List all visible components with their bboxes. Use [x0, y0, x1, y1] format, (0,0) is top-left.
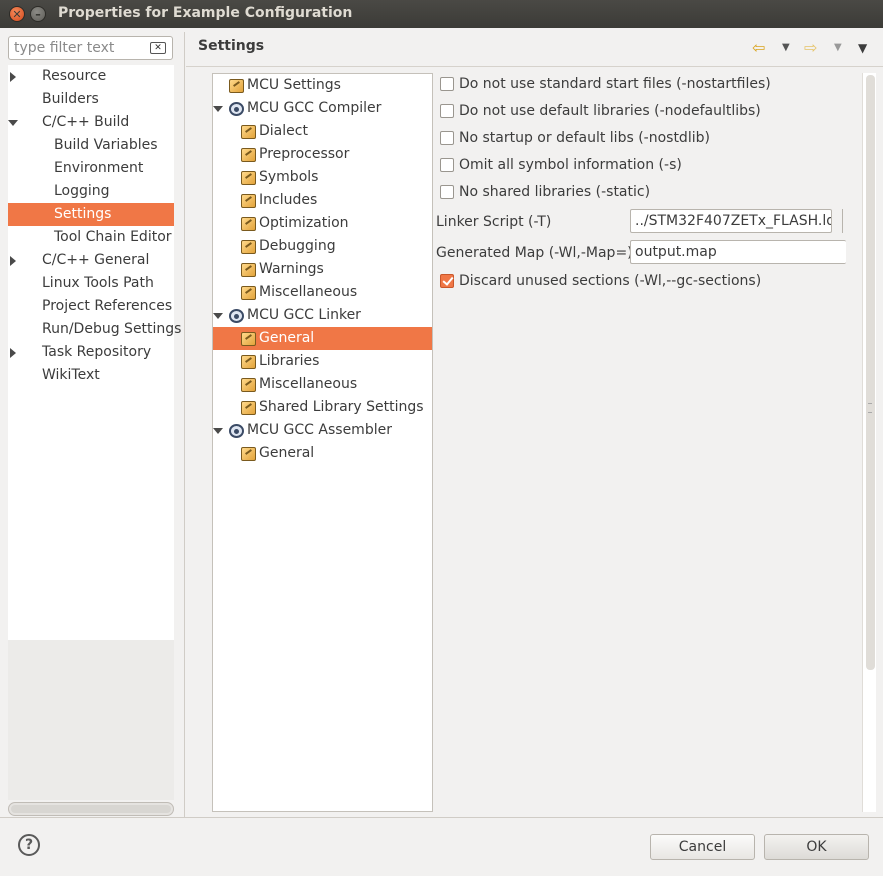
- nostdlib-checkbox[interactable]: [440, 131, 454, 145]
- nav-item-run-debug-settings[interactable]: Run/Debug Settings: [42, 318, 181, 341]
- tool-icon: [241, 171, 256, 185]
- nav-item-settings[interactable]: Settings: [8, 203, 174, 226]
- nav-item-project-references[interactable]: Project References: [42, 295, 172, 318]
- tree-item-shared-library-settings[interactable]: Shared Library Settings: [259, 396, 424, 419]
- ok-button[interactable]: OK: [764, 834, 869, 860]
- nodefaultlibs-checkbox[interactable]: [440, 104, 454, 118]
- tree-item-assembler-general[interactable]: General: [259, 442, 314, 465]
- tool-icon: [241, 148, 256, 162]
- gc-sections-checkbox[interactable]: [440, 274, 454, 288]
- filter-field[interactable]: ✕: [8, 36, 173, 60]
- nav-item-wikitext[interactable]: WikiText: [42, 364, 100, 387]
- tree-item-mcu-gcc-assembler[interactable]: MCU GCC Assembler: [247, 419, 392, 442]
- tool-icon: [229, 79, 244, 93]
- tree-item-mcu-settings[interactable]: MCU Settings: [247, 74, 341, 97]
- panel-sash[interactable]: [184, 32, 185, 817]
- minimize-window-button[interactable]: –: [30, 6, 46, 22]
- nav-list-horizontal-scrollbar[interactable]: [8, 802, 174, 816]
- gear-icon: [229, 424, 244, 438]
- tool-icon: [241, 355, 256, 369]
- nav-item-tool-chain-editor[interactable]: Tool Chain Editor: [54, 226, 172, 249]
- nav-item-builders[interactable]: Builders: [42, 88, 99, 111]
- nav-item-build-variables[interactable]: Build Variables: [54, 134, 158, 157]
- tool-icon: [241, 332, 256, 346]
- header-divider: [186, 66, 883, 67]
- collapse-compiler-icon[interactable]: [213, 106, 223, 112]
- static-checkbox[interactable]: [440, 185, 454, 199]
- tool-icon: [241, 240, 256, 254]
- expand-task-repository-icon[interactable]: [10, 348, 16, 358]
- footer-divider: [0, 817, 883, 818]
- collapse-assembler-icon[interactable]: [213, 428, 223, 434]
- nodefaultlibs-label: Do not use default libraries (-nodefault…: [459, 103, 761, 119]
- filter-input[interactable]: [14, 40, 144, 56]
- tool-icon: [241, 194, 256, 208]
- nav-list-empty-area: [8, 640, 174, 800]
- tool-icon: [241, 217, 256, 231]
- gear-icon: [229, 309, 244, 323]
- history-navigation: ⇦ ▼ ⇨ ▼ ▼: [752, 38, 872, 58]
- nostartfiles-label: Do not use standard start files (-nostar…: [459, 76, 771, 92]
- settings-vertical-scrollbar[interactable]: [862, 73, 876, 812]
- strip-symbols-checkbox[interactable]: [440, 158, 454, 172]
- collapse-c-cpp-build-icon[interactable]: [8, 120, 18, 126]
- clear-filter-icon[interactable]: ✕: [150, 42, 166, 54]
- generated-map-label: Generated Map (-Wl,-Map=): [436, 245, 633, 261]
- nav-item-logging[interactable]: Logging: [54, 180, 110, 203]
- tree-item-symbols[interactable]: Symbols: [259, 166, 318, 189]
- gear-icon: [229, 102, 244, 116]
- nostartfiles-checkbox[interactable]: [440, 77, 454, 91]
- page-title: Settings: [198, 38, 265, 54]
- tool-settings-tree: MCU Settings MCU GCC Compiler Dialect Pr…: [212, 73, 433, 812]
- property-page-list: Resource Builders C/C++ Build Build Vari…: [8, 65, 181, 640]
- cancel-button[interactable]: Cancel: [650, 834, 755, 860]
- scrollbar-thumb[interactable]: [866, 75, 875, 670]
- tree-item-optimization[interactable]: Optimization: [259, 212, 349, 235]
- forward-menu-chevron-icon[interactable]: ▼: [834, 42, 842, 53]
- window-title: Properties for Example Configuration: [58, 5, 353, 21]
- tree-item-mcu-gcc-compiler[interactable]: MCU GCC Compiler: [247, 97, 381, 120]
- tree-item-mcu-gcc-linker[interactable]: MCU GCC Linker: [247, 304, 361, 327]
- generated-map-field[interactable]: output.map: [630, 240, 846, 264]
- nostdlib-label: No startup or default libs (-nostdlib): [459, 130, 710, 146]
- static-label: No shared libraries (-static): [459, 184, 651, 200]
- tree-item-dialect[interactable]: Dialect: [259, 120, 308, 143]
- expand-resource-icon[interactable]: [10, 72, 16, 82]
- title-bar: ✕ – Properties for Example Configuration: [0, 0, 883, 28]
- tree-item-debugging[interactable]: Debugging: [259, 235, 336, 258]
- tool-icon: [241, 286, 256, 300]
- nav-item-task-repository[interactable]: Task Repository: [42, 341, 151, 364]
- strip-symbols-label: Omit all symbol information (-s): [459, 157, 682, 173]
- gc-sections-label: Discard unused sections (-Wl,--gc-sectio…: [459, 273, 762, 289]
- tree-item-linker-miscellaneous[interactable]: Miscellaneous: [259, 373, 357, 396]
- linker-script-label: Linker Script (-T): [436, 214, 552, 230]
- linker-script-field[interactable]: ../STM32F407ZETx_FLASH.ld: [630, 209, 832, 233]
- scrollbar-grip: [868, 403, 872, 413]
- help-icon[interactable]: ?: [18, 834, 40, 856]
- close-window-button[interactable]: ✕: [9, 6, 25, 22]
- tree-item-compiler-miscellaneous[interactable]: Miscellaneous: [259, 281, 357, 304]
- nav-item-linux-tools-path[interactable]: Linux Tools Path: [42, 272, 154, 295]
- tool-icon: [241, 263, 256, 277]
- nav-item-c-cpp-general[interactable]: C/C++ General: [42, 249, 149, 272]
- tool-icon: [241, 401, 256, 415]
- tool-icon: [241, 125, 256, 139]
- tree-item-includes[interactable]: Includes: [259, 189, 317, 212]
- linker-script-browse-button-edge[interactable]: [842, 209, 845, 233]
- tree-item-warnings[interactable]: Warnings: [259, 258, 324, 281]
- tree-item-preprocessor[interactable]: Preprocessor: [259, 143, 349, 166]
- nav-item-environment[interactable]: Environment: [54, 157, 143, 180]
- expand-c-cpp-general-icon[interactable]: [10, 256, 16, 266]
- nav-item-c-cpp-build[interactable]: C/C++ Build: [42, 111, 129, 134]
- tree-item-libraries[interactable]: Libraries: [259, 350, 319, 373]
- collapse-linker-icon[interactable]: [213, 313, 223, 319]
- tool-icon: [241, 447, 256, 461]
- forward-arrow-icon[interactable]: ⇨: [804, 38, 817, 57]
- nav-item-resource[interactable]: Resource: [42, 65, 106, 88]
- view-menu-icon[interactable]: ▼: [858, 41, 867, 55]
- scrollbar-thumb[interactable]: [11, 805, 171, 813]
- back-menu-chevron-icon[interactable]: ▼: [782, 42, 790, 53]
- back-arrow-icon[interactable]: ⇦: [752, 38, 765, 57]
- tool-icon: [241, 378, 256, 392]
